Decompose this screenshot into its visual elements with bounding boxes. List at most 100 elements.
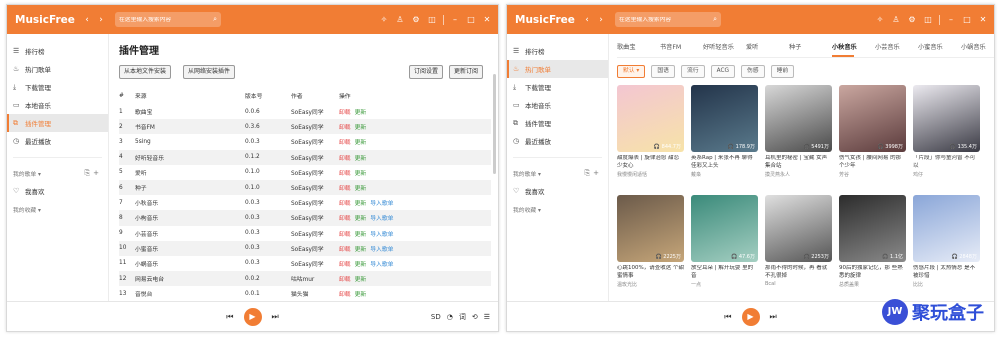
sidebar-item-recent[interactable]: ◷ 最近播放 [507,132,608,150]
add-playlist-icon[interactable]: ⎘+ [85,169,102,178]
play-button[interactable]: ▶ [243,307,262,326]
tag-chip[interactable]: 伤感 [740,65,765,78]
forward-icon[interactable]: › [95,14,107,26]
speed-icon[interactable]: ◔ [447,313,453,321]
back-icon[interactable]: ‹ [581,14,593,26]
subscribe-settings-button[interactable]: 订阅设置 [409,65,444,79]
import-playlist-link[interactable]: 导入歌单 [370,247,393,253]
playlist-cover[interactable]: 🎧 5491万 [765,85,832,152]
playlist-cover[interactable]: 🎧 135.4万 [913,85,980,152]
search-input[interactable] [619,16,714,23]
update-link[interactable]: 更新 [355,156,367,162]
theme-icon[interactable]: ✧ [379,15,389,24]
playlist-icon[interactable]: ☰ [484,313,490,321]
playlist-cover[interactable]: 🎧 1.1亿 [839,195,906,262]
uninstall-link[interactable]: 卸载 [339,201,351,207]
my-collections-group[interactable]: 我的收藏 ▾ [507,200,608,218]
update-subscription-button[interactable]: 更新订阅 [449,65,484,79]
update-link[interactable]: 更新 [355,186,367,192]
settings-icon[interactable]: ⚙ [411,15,421,24]
playlist-card[interactable]: 🎧 135.4万 「片段」你与童河曾 不可以 鸡仔 [913,85,980,178]
update-link[interactable]: 更新 [355,140,367,146]
tab-7[interactable]: 小蜜音乐 [918,42,961,56]
minimize-icon[interactable]: – [450,15,460,24]
update-link[interactable]: 更新 [355,171,367,177]
import-playlist-link[interactable]: 导入歌单 [370,262,393,268]
playlist-title[interactable]: 伤气女孩 | 腰间网易 的那个少年 [839,155,906,170]
tab-0[interactable]: 歌曲宝 [617,42,660,56]
maximize-icon[interactable]: □ [962,15,972,24]
playlist-card[interactable]: 🎧 2848万 伤感片段 | 太热情总 是不被珍惜 比比 [913,195,980,288]
sidebar-item-favorites[interactable]: ♡ 我喜欢 [507,182,608,200]
playlist-title[interactable]: 伤感片段 | 太热情总 是不被珍惜 [913,265,980,280]
playlist-card[interactable]: 🎧 844.7万 甜度爆表 | 旋律治愈 甜恋少女心 我慢慢闲适恬 [617,85,684,178]
sidebar-item-hot-playlists[interactable]: ♨ 热门歌单 [507,60,608,78]
my-playlists-group[interactable]: 我的歌单 ▾ ⎘+ [507,164,608,182]
settings-icon[interactable]: ⚙ [907,15,917,24]
next-icon[interactable]: ⏭ [770,312,777,322]
search-input[interactable] [119,16,214,23]
update-link[interactable]: 更新 [355,277,367,283]
uninstall-link[interactable]: 卸载 [339,247,351,253]
playlist-cover[interactable]: 🎧 2848万 [913,195,980,262]
sidebar-item-favorites[interactable]: ♡ 我喜欢 [7,182,108,200]
playlist-title[interactable]: 心跳100%，请查收这 个甜蜜情事 [617,265,684,280]
minimize-to-tray-icon[interactable]: ◫ [427,15,437,24]
playlist-title[interactable]: 那雨不得的时候，再 看就不孔很掉 [765,265,832,280]
uninstall-link[interactable]: 卸载 [339,186,351,192]
install-network-button[interactable]: 从网络安装插件 [183,65,236,79]
sidebar-item-downloads[interactable]: ⤓ 下载管理 [507,78,608,96]
tag-chip[interactable]: ACG [710,65,735,78]
minimize-icon[interactable]: – [946,15,956,24]
minimize-to-tray-icon[interactable]: ◫ [923,15,933,24]
tab-5[interactable]: 小秋音乐 [832,42,875,56]
next-icon[interactable]: ⏭ [272,312,279,322]
sidebar-item-hot-playlists[interactable]: ♨ 热门歌单 [7,60,108,78]
uninstall-link[interactable]: 卸载 [339,262,351,268]
update-link[interactable]: 更新 [355,216,367,222]
import-playlist-link[interactable]: 导入歌单 [370,216,393,222]
quality-button[interactable]: SD [431,313,441,321]
theme-icon[interactable]: ✧ [875,15,885,24]
playlist-card[interactable]: 🎧 2225万 心跳100%，请查收这 个甜蜜情事 温玫光比 [617,195,684,288]
playlist-cover[interactable]: 🎧 3998万 [839,85,906,152]
tab-3[interactable]: 爱听 [746,42,789,56]
sidebar-item-plugins[interactable]: ⧉ 插件管理 [507,114,608,132]
tag-chip[interactable]: 国语 [651,65,675,78]
playlist-card[interactable]: 🎧 1.1亿 90后的独家记忆，那 些熟悉的旋律 总质盖果 [839,195,906,288]
add-playlist-icon[interactable]: ⎘+ [585,169,602,178]
search-icon[interactable]: ⌕ [713,15,717,24]
sidebar-item-recent[interactable]: ◷ 最近播放 [7,132,108,150]
tab-1[interactable]: 书音FM [660,42,703,56]
uninstall-link[interactable]: 卸载 [339,216,351,222]
sidebar-item-local-music[interactable]: ▭ 本地音乐 [7,96,108,114]
playlist-title[interactable]: 放空耳朵 | 解开玩耍 里的音 [691,265,758,280]
search-icon[interactable]: ⌕ [213,15,217,24]
sidebar-item-local-music[interactable]: ▭ 本地音乐 [507,96,608,114]
prev-icon[interactable]: ⏮ [724,312,731,322]
forward-icon[interactable]: › [595,14,607,26]
playlist-title[interactable]: 耳机里的秘密 | 宝藏 女声集合站 [765,155,832,170]
import-playlist-link[interactable]: 导入歌单 [370,232,393,238]
playlist-title[interactable]: 「片段」你与童河曾 不可以 [913,155,980,170]
tab-2[interactable]: 好听轻音乐 [703,42,746,56]
install-local-button[interactable]: 从本地文件安装 [119,65,172,79]
sidebar-item-charts[interactable]: ☰ 排行榜 [7,42,108,60]
update-link[interactable]: 更新 [355,262,367,268]
uninstall-link[interactable]: 卸载 [339,277,351,283]
prev-icon[interactable]: ⏮ [226,312,233,322]
import-playlist-link[interactable]: 导入歌单 [370,201,393,207]
sidebar-item-plugins[interactable]: ⧉ 插件管理 [7,114,108,132]
scrollbar[interactable] [493,74,496,174]
loop-icon[interactable]: ⟲ [472,313,478,321]
playlist-title[interactable]: 英系Rap | 来张不再 聊得佳彩又上头 [691,155,758,170]
tab-8[interactable]: 小蜗音乐 [961,42,994,56]
update-link[interactable]: 更新 [355,292,367,298]
tag-chip[interactable]: 睡前 [770,65,795,78]
update-link[interactable]: 更新 [355,125,367,131]
playlist-card[interactable]: 🎧 2253万 那雨不得的时候，再 看就不孔很掉 Bcal [765,195,832,287]
playlist-cover[interactable]: 🎧 2225万 [617,195,684,262]
uninstall-link[interactable]: 卸载 [339,110,351,116]
shirt-icon[interactable]: ♙ [891,15,901,24]
maximize-icon[interactable]: □ [466,15,476,24]
